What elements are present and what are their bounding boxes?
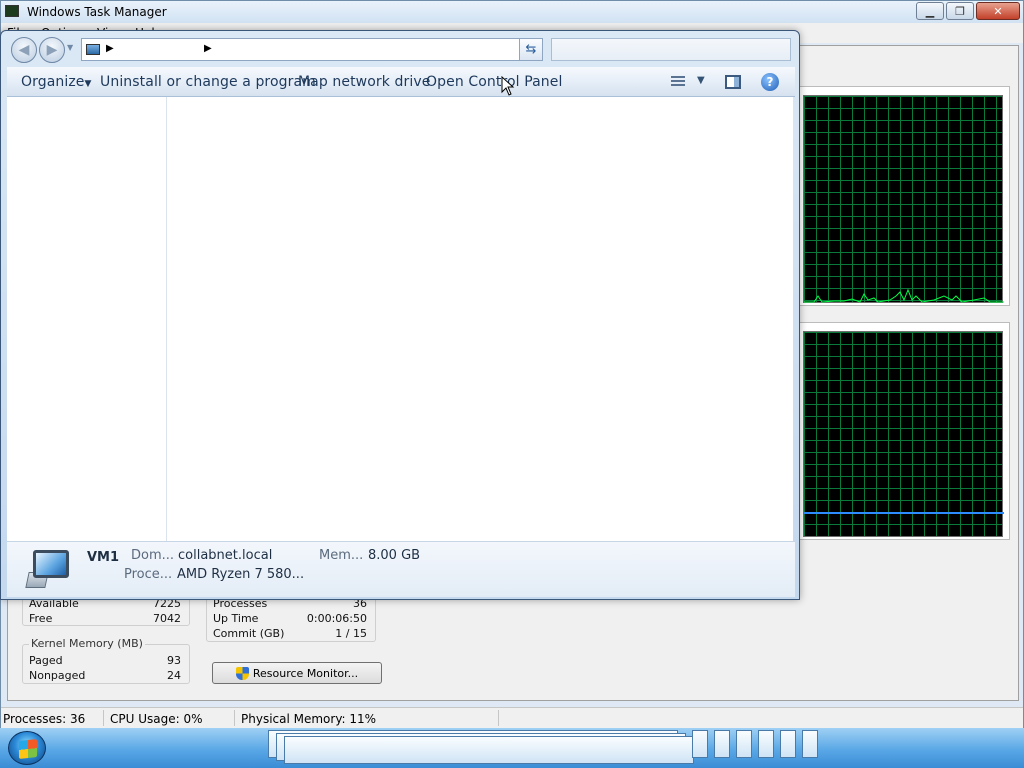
stat-label: Nonpaged bbox=[29, 669, 86, 682]
task-manager-title: Windows Task Manager bbox=[27, 5, 167, 19]
window-thumbnail bbox=[284, 736, 694, 764]
change-view-icon[interactable] bbox=[671, 76, 685, 88]
stat-value: 24 bbox=[167, 669, 181, 682]
chevron-down-icon: ▼ bbox=[84, 79, 92, 89]
cpu-history-graph bbox=[803, 95, 1004, 303]
back-arrow-icon: ◀ bbox=[18, 42, 30, 58]
close-icon: ✕ bbox=[993, 4, 1003, 18]
view-options-chevron-icon[interactable]: ▼ bbox=[697, 75, 705, 86]
kernel-memory-legend: Kernel Memory (MB) bbox=[29, 637, 145, 650]
address-bar[interactable]: ▶ ▶ ▼ bbox=[81, 38, 543, 61]
status-divider bbox=[234, 710, 235, 726]
navigation-pane[interactable] bbox=[7, 97, 167, 541]
window-thumbnail bbox=[736, 730, 752, 758]
computer-explorer-window: ◀ ▶ ▼ ▶ ▶ ▼ ⇆ Organize▼ Uninstall or cha… bbox=[0, 30, 800, 600]
stat-value: 7042 bbox=[153, 612, 181, 625]
preview-pane-icon[interactable] bbox=[725, 75, 741, 89]
computer-icon bbox=[86, 44, 100, 55]
stat-label: Up Time bbox=[213, 612, 259, 625]
recent-pages-icon[interactable]: ▼ bbox=[67, 43, 73, 52]
task-manager-icon bbox=[5, 5, 19, 17]
memory-value: 8.00 GB bbox=[368, 548, 421, 563]
help-icon[interactable]: ? bbox=[761, 73, 779, 91]
minimize-icon: ▁ bbox=[925, 4, 935, 18]
forward-button[interactable]: ▶ bbox=[39, 37, 65, 63]
memory-history-graph bbox=[803, 331, 1004, 537]
window-thumbnail bbox=[692, 730, 708, 758]
window-thumbnail bbox=[758, 730, 774, 758]
refresh-button[interactable]: ⇆ bbox=[519, 38, 543, 61]
status-divider bbox=[498, 710, 499, 726]
stat-row: Free 7042 bbox=[29, 612, 181, 626]
shield-icon bbox=[235, 666, 249, 680]
restore-icon: ❐ bbox=[955, 4, 965, 18]
map-network-drive-button[interactable]: Map network drive bbox=[298, 74, 430, 90]
stat-value: 0:00:06:50 bbox=[306, 612, 367, 625]
details-pane: VM1 Dom... collabnet.local Mem... 8.00 G… bbox=[7, 541, 795, 597]
file-list-area[interactable] bbox=[167, 97, 793, 541]
windows-logo-icon bbox=[19, 739, 37, 759]
organize-button[interactable]: Organize▼ bbox=[21, 74, 92, 90]
status-cpu-usage: CPU Usage: 0% bbox=[110, 712, 203, 726]
window-controls: ▁ ❐ ✕ bbox=[916, 2, 1020, 20]
uninstall-program-button[interactable]: Uninstall or change a program bbox=[100, 74, 316, 90]
stat-row: Paged 93 bbox=[29, 654, 181, 668]
breadcrumb-arrow-icon[interactable]: ▶ bbox=[106, 43, 114, 54]
navigation-bar: ◀ ▶ ▼ ▶ ▶ ▼ ⇆ bbox=[7, 35, 795, 63]
processor-value: AMD Ryzen 7 580... bbox=[177, 567, 305, 582]
computer-name: VM1 bbox=[87, 550, 120, 565]
status-physical-memory: Physical Memory: 11% bbox=[241, 712, 377, 726]
computer-icon bbox=[25, 548, 73, 588]
window-thumbnail bbox=[780, 730, 796, 758]
stat-label: Free bbox=[29, 612, 53, 625]
status-divider bbox=[103, 710, 104, 726]
stat-label: Commit (GB) bbox=[213, 627, 285, 640]
open-control-panel-button[interactable]: Open Control Panel bbox=[426, 74, 562, 90]
memory-history-box bbox=[798, 322, 1010, 540]
window-thumbnail bbox=[802, 730, 818, 758]
cpu-history-line bbox=[804, 288, 1004, 303]
command-bar: Organize▼ Uninstall or change a program … bbox=[7, 67, 795, 97]
stat-row: Commit (GB) 1 / 15 bbox=[213, 627, 367, 641]
status-processes: Processes: 36 bbox=[3, 712, 86, 726]
breadcrumb-arrow-icon[interactable]: ▶ bbox=[204, 43, 212, 54]
memory-usage-line bbox=[804, 512, 1004, 514]
stat-value: 93 bbox=[167, 654, 181, 667]
task-manager-statusbar: Processes: 36 CPU Usage: 0% Physical Mem… bbox=[1, 707, 1023, 728]
stat-row: Nonpaged 24 bbox=[29, 669, 181, 683]
forward-arrow-icon: ▶ bbox=[46, 42, 58, 58]
stat-value: 1 / 15 bbox=[335, 627, 367, 640]
maximize-button[interactable]: ❐ bbox=[946, 2, 974, 20]
taskbar-window-thumbnails[interactable] bbox=[268, 730, 828, 768]
minimize-button[interactable]: ▁ bbox=[916, 2, 944, 20]
cursor-arrow-icon bbox=[501, 76, 515, 96]
window-thumbnail bbox=[714, 730, 730, 758]
memory-label: Mem... bbox=[319, 548, 364, 563]
kernel-memory-group: Kernel Memory (MB) Paged 93 Nonpaged 24 bbox=[22, 637, 190, 684]
organize-label: Organize bbox=[21, 74, 85, 90]
computer-screen bbox=[33, 550, 69, 578]
processor-label: Proce... bbox=[124, 567, 173, 582]
stat-row: Up Time 0:00:06:50 bbox=[213, 612, 367, 626]
stat-label: Paged bbox=[29, 654, 63, 667]
domain-label: Dom... bbox=[131, 548, 175, 563]
search-input[interactable] bbox=[551, 38, 791, 61]
refresh-icon: ⇆ bbox=[525, 42, 537, 57]
back-button[interactable]: ◀ bbox=[11, 37, 37, 63]
resource-monitor-button[interactable]: Resource Monitor... bbox=[212, 662, 382, 684]
start-button[interactable] bbox=[8, 731, 46, 765]
cpu-history-box bbox=[798, 86, 1010, 306]
resource-monitor-label: Resource Monitor... bbox=[252, 666, 359, 680]
close-button[interactable]: ✕ bbox=[976, 2, 1020, 20]
task-manager-titlebar[interactable]: Windows Task Manager ▁ ❐ ✕ bbox=[1, 1, 1023, 23]
domain-value: collabnet.local bbox=[178, 548, 273, 563]
